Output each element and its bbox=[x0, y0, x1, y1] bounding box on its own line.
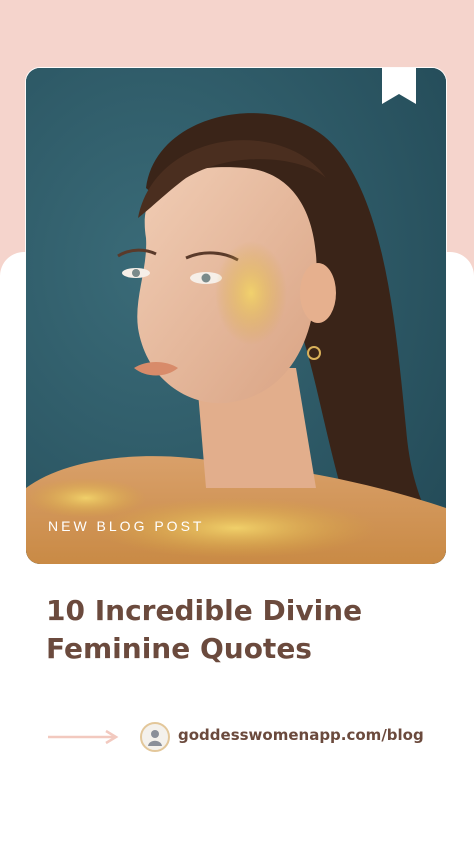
new-blog-post-label: NEW BLOG POST bbox=[48, 518, 205, 534]
portrait-photo bbox=[26, 68, 446, 564]
blog-link-row[interactable]: goddesswomenapp.com/blog bbox=[46, 720, 446, 754]
post-title[interactable]: 10 Incredible Divine Feminine Quotes bbox=[46, 592, 446, 668]
arrow-right-icon bbox=[48, 729, 119, 745]
post-title-line-2: Feminine Quotes bbox=[46, 632, 312, 665]
bookmark-icon[interactable] bbox=[382, 68, 416, 104]
blog-post-image-card[interactable]: NEW BLOG POST bbox=[26, 68, 446, 564]
post-title-line-1: 10 Incredible Divine bbox=[46, 594, 363, 627]
goddess-logo-icon bbox=[140, 722, 170, 752]
blog-url-link[interactable]: goddesswomenapp.com/blog bbox=[178, 726, 424, 744]
